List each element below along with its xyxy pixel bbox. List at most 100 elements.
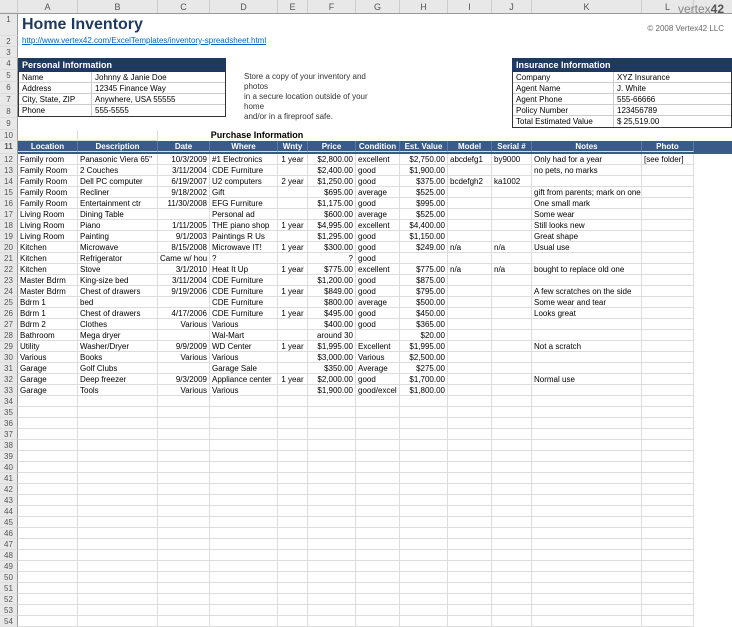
cell-est[interactable]: $4,400.00 bbox=[400, 220, 448, 231]
table-row[interactable]: 26Bdrm 1Chest of drawers4/17/2006CDE Fur… bbox=[0, 308, 732, 319]
cell-photo[interactable] bbox=[642, 231, 694, 242]
cell-est[interactable]: $1,150.00 bbox=[400, 231, 448, 242]
cell-cond[interactable]: average bbox=[356, 187, 400, 198]
row-number[interactable]: 44 bbox=[0, 506, 18, 517]
cell-desc[interactable]: Chest of drawers bbox=[78, 286, 158, 297]
row-number[interactable]: 37 bbox=[0, 429, 18, 440]
cell-est[interactable]: $2,500.00 bbox=[400, 352, 448, 363]
info-value[interactable]: $ 25,519.00 bbox=[613, 116, 731, 127]
cell-desc[interactable]: Refrigerator bbox=[78, 253, 158, 264]
cell-est[interactable] bbox=[400, 253, 448, 264]
cell-date[interactable] bbox=[158, 297, 210, 308]
cell-price[interactable]: around 30 bbox=[308, 330, 356, 341]
cell-cond[interactable]: excellent bbox=[356, 154, 400, 165]
cell-model[interactable] bbox=[448, 308, 492, 319]
cell-date[interactable]: Various bbox=[158, 385, 210, 396]
cell-cond[interactable]: good bbox=[356, 176, 400, 187]
info-value[interactable]: J. White bbox=[613, 83, 731, 93]
cell-est[interactable]: $875.00 bbox=[400, 275, 448, 286]
row-number[interactable]: 42 bbox=[0, 484, 18, 495]
row-number[interactable]: 13 bbox=[0, 165, 18, 176]
cell-photo[interactable] bbox=[642, 165, 694, 176]
cell-where[interactable]: Various bbox=[210, 352, 278, 363]
row-number[interactable]: 30 bbox=[0, 352, 18, 363]
cell-model[interactable] bbox=[448, 209, 492, 220]
info-value[interactable]: 555-5555 bbox=[91, 105, 225, 116]
row-number[interactable]: 52 bbox=[0, 594, 18, 605]
cell-wnty[interactable]: 1 year bbox=[278, 264, 308, 275]
cell-wnty[interactable]: 1 year bbox=[278, 341, 308, 352]
cell-model[interactable] bbox=[448, 385, 492, 396]
cell-est[interactable]: $795.00 bbox=[400, 286, 448, 297]
cell-desc[interactable]: Books bbox=[78, 352, 158, 363]
cell-model[interactable] bbox=[448, 198, 492, 209]
cell-photo[interactable] bbox=[642, 297, 694, 308]
row-number[interactable]: 45 bbox=[0, 517, 18, 528]
cell-model[interactable] bbox=[448, 220, 492, 231]
cell-wnty[interactable] bbox=[278, 165, 308, 176]
table-row[interactable]: 13Family Room2 Couches3/11/2004CDE Furni… bbox=[0, 165, 732, 176]
cell-serial[interactable] bbox=[492, 330, 532, 341]
cell-where[interactable]: Wal-Mart bbox=[210, 330, 278, 341]
empty-row[interactable]: 46 bbox=[0, 528, 732, 539]
table-row[interactable]: 28BathroomMega dryerWal-Martaround 30$20… bbox=[0, 330, 732, 341]
cell-price[interactable]: $4,995.00 bbox=[308, 220, 356, 231]
cell-wnty[interactable]: 1 year bbox=[278, 308, 308, 319]
cell-date[interactable] bbox=[158, 330, 210, 341]
cell-photo[interactable] bbox=[642, 242, 694, 253]
row-number[interactable]: 40 bbox=[0, 462, 18, 473]
cell-wnty[interactable] bbox=[278, 385, 308, 396]
col-B[interactable]: B bbox=[78, 0, 158, 13]
cell-notes[interactable]: Some wear bbox=[532, 209, 642, 220]
empty-row[interactable]: 43 bbox=[0, 495, 732, 506]
empty-row[interactable]: 54 bbox=[0, 616, 732, 627]
cell-date[interactable]: 9/1/2003 bbox=[158, 231, 210, 242]
cell-date[interactable] bbox=[158, 363, 210, 374]
cell-model[interactable] bbox=[448, 363, 492, 374]
cell-date[interactable]: 9/18/2002 bbox=[158, 187, 210, 198]
cell-est[interactable]: $365.00 bbox=[400, 319, 448, 330]
table-row[interactable]: 19Living RoomPainting9/1/2003Paintings R… bbox=[0, 231, 732, 242]
cell-serial[interactable] bbox=[492, 253, 532, 264]
cell-model[interactable] bbox=[448, 319, 492, 330]
row-number[interactable]: 19 bbox=[0, 231, 18, 242]
row-number[interactable]: 14 bbox=[0, 176, 18, 187]
cell-cond[interactable]: good bbox=[356, 374, 400, 385]
cell-date[interactable]: 11/30/2008 bbox=[158, 198, 210, 209]
cell-where[interactable]: EFG Furniture bbox=[210, 198, 278, 209]
empty-row[interactable]: 52 bbox=[0, 594, 732, 605]
row-number[interactable]: 20 bbox=[0, 242, 18, 253]
col-header-condition[interactable]: Condition bbox=[356, 141, 400, 152]
cell-serial[interactable] bbox=[492, 297, 532, 308]
cell-where[interactable]: #1 Electronics bbox=[210, 154, 278, 165]
table-row[interactable]: 33GarageToolsVariousVarious$1,900.00good… bbox=[0, 385, 732, 396]
table-row[interactable]: 27Bdrm 2ClothesVariousVarious$400.00good… bbox=[0, 319, 732, 330]
cell-photo[interactable] bbox=[642, 176, 694, 187]
cell-where[interactable]: Gift bbox=[210, 187, 278, 198]
cell-cond[interactable]: Excellent bbox=[356, 341, 400, 352]
cell-serial[interactable] bbox=[492, 308, 532, 319]
cell-model[interactable] bbox=[448, 352, 492, 363]
cell-cond[interactable]: good bbox=[356, 231, 400, 242]
cell-serial[interactable]: n/a bbox=[492, 264, 532, 275]
row-number[interactable]: 12 bbox=[0, 154, 18, 165]
cell-photo[interactable] bbox=[642, 341, 694, 352]
cell-where[interactable]: Garage Sale bbox=[210, 363, 278, 374]
cell-photo[interactable]: [see folder] bbox=[642, 154, 694, 165]
cell-notes[interactable]: Great shape bbox=[532, 231, 642, 242]
cell-date[interactable] bbox=[158, 209, 210, 220]
cell-price[interactable]: $849.00 bbox=[308, 286, 356, 297]
cell-notes[interactable] bbox=[532, 319, 642, 330]
cell-desc[interactable]: Clothes bbox=[78, 319, 158, 330]
empty-row[interactable]: 35 bbox=[0, 407, 732, 418]
table-row[interactable]: 18Living RoomPiano1/11/2005THE piano sho… bbox=[0, 220, 732, 231]
cell-where[interactable]: CDE Furniture bbox=[210, 308, 278, 319]
row-number[interactable]: 17 bbox=[0, 209, 18, 220]
cell-wnty[interactable] bbox=[278, 297, 308, 308]
table-row[interactable]: 30VariousBooksVariousVarious$3,000.00Var… bbox=[0, 352, 732, 363]
cell-desc[interactable]: Piano bbox=[78, 220, 158, 231]
cell-wnty[interactable] bbox=[278, 363, 308, 374]
cell-where[interactable]: CDE Furniture bbox=[210, 286, 278, 297]
cell-date[interactable]: 4/17/2006 bbox=[158, 308, 210, 319]
cell-serial[interactable] bbox=[492, 187, 532, 198]
